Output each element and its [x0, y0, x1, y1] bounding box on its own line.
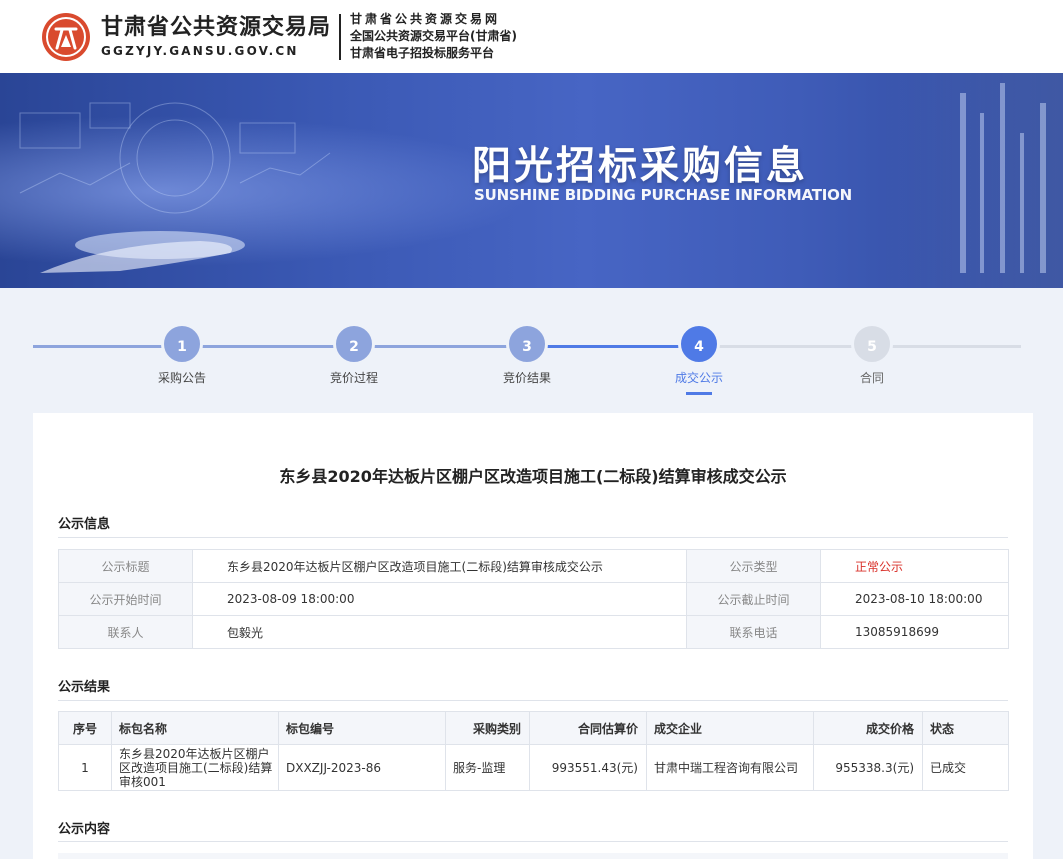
- logo-text[interactable]: 甘肃省公共资源交易局 GGZYJY.GANSU.GOV.CN: [101, 15, 331, 59]
- info-key: 公示截止时间: [686, 582, 821, 616]
- info-value: 13085918699: [820, 615, 1009, 649]
- info-table: 公示标题 东乡县2020年达板片区棚户区改造项目施工(二标段)结算审核成交公示 …: [58, 549, 1009, 649]
- row-index: 1: [58, 744, 112, 791]
- page-title: 东乡县2020年达板片区棚户区改造项目施工(二标段)结算审核成交公示: [279, 467, 787, 486]
- result-table: 序号 标包名称 标包编号 采购类别 合同估算价 成交企业 成交价格 状态 1 东…: [58, 711, 1009, 791]
- section-heading-content: 公示内容: [58, 822, 111, 837]
- step-label: 合同: [859, 371, 884, 385]
- column-header: 标包编号: [278, 711, 446, 745]
- step-5[interactable]: 5 合同: [812, 323, 932, 386]
- banner-subtitle: SUNSHINE BIDDING PURCHASE INFORMATION: [474, 186, 853, 204]
- step-label: 采购公告: [157, 371, 206, 385]
- table-row: 公示开始时间 2023-08-09 18:00:00 公示截止时间 2023-0…: [58, 582, 1009, 616]
- platform-names: 甘肃省公共资源交易网 全国公共资源交易平台(甘肃省) 甘肃省电子招投标服务平台: [350, 11, 517, 62]
- purchase-category: 服务-监理: [445, 744, 530, 791]
- column-header: 标包名称: [111, 711, 279, 745]
- step-number: 2: [333, 323, 375, 365]
- section-heading-info: 公示信息: [58, 517, 111, 532]
- step-number: 1: [161, 323, 203, 365]
- content-area: [58, 853, 1008, 859]
- info-key: 公示开始时间: [58, 582, 193, 616]
- deal-price: 955338.3(元): [813, 744, 923, 791]
- info-value: 2023-08-10 18:00:00: [820, 582, 1009, 616]
- logo-title: 甘肃省公共资源交易局: [101, 14, 332, 40]
- notice-type-value: 正常公示: [820, 549, 1009, 583]
- table-row: 1 东乡县2020年达板片区棚户区改造项目施工(二标段)结算审核001 DXXZ…: [58, 744, 1009, 791]
- step-number: 4: [678, 323, 720, 365]
- progress-steps: 1 采购公告 2 竞价过程 3 竞价结果 4 成交公示 5 合同: [0, 288, 1063, 413]
- platform-line-3: 甘肃省电子招投标服务平台: [350, 46, 495, 60]
- section-divider: [58, 841, 1008, 842]
- banner-title: 阳光招标采购信息: [472, 144, 809, 189]
- status-badge: 已成交: [922, 744, 1009, 791]
- package-code: DXXZJJ-2023-86: [278, 744, 446, 791]
- active-step-indicator: [686, 392, 712, 395]
- estimated-price: 993551.43(元): [529, 744, 647, 791]
- info-key: 联系人: [58, 615, 193, 649]
- table-header-row: 序号 标包名称 标包编号 采购类别 合同估算价 成交企业 成交价格 状态: [58, 711, 1009, 745]
- notice-card: 东乡县2020年达板片区棚户区改造项目施工(二标段)结算审核成交公示 公示信息 …: [33, 413, 1033, 859]
- info-key: 联系电话: [686, 615, 821, 649]
- logo-icon[interactable]: [42, 12, 90, 61]
- step-label: 竞价结果: [502, 371, 551, 385]
- section-divider: [58, 700, 1008, 701]
- column-header: 成交价格: [813, 711, 923, 745]
- step-number: 3: [506, 323, 548, 365]
- header-divider: [339, 13, 342, 60]
- info-value: 2023-08-09 18:00:00: [192, 582, 687, 616]
- section-heading-result: 公示结果: [58, 680, 111, 695]
- package-name: 东乡县2020年达板片区棚户区改造项目施工(二标段)结算审核001: [111, 744, 279, 791]
- site-header: 甘肃省公共资源交易局 GGZYJY.GANSU.GOV.CN 甘肃省公共资源交易…: [0, 0, 1063, 73]
- info-key: 公示标题: [58, 549, 193, 583]
- column-header: 合同估算价: [529, 711, 647, 745]
- logo-domain: GGZYJY.GANSU.GOV.CN: [101, 43, 299, 58]
- step-number: 5: [851, 323, 893, 365]
- step-label: 成交公示: [674, 371, 723, 385]
- platform-line-2: 全国公共资源交易平台(甘肃省): [350, 29, 517, 43]
- banner: 阳光招标采购信息 SUNSHINE BIDDING PURCHASE INFOR…: [0, 73, 1063, 288]
- info-value: 东乡县2020年达板片区棚户区改造项目施工(二标段)结算审核成交公示: [192, 549, 687, 583]
- column-header: 采购类别: [445, 711, 530, 745]
- table-row: 联系人 包毅光 联系电话 13085918699: [58, 615, 1009, 649]
- step-3[interactable]: 3 竞价结果: [467, 323, 587, 386]
- info-key: 公示类型: [686, 549, 821, 583]
- column-header: 成交企业: [646, 711, 814, 745]
- platform-line-1: 甘肃省公共资源交易网: [350, 12, 501, 26]
- step-2[interactable]: 2 竞价过程: [294, 323, 414, 386]
- step-4[interactable]: 4 成交公示: [639, 323, 759, 395]
- step-1[interactable]: 1 采购公告: [122, 323, 242, 386]
- column-header: 状态: [922, 711, 1009, 745]
- winning-company: 甘肃中瑞工程咨询有限公司: [646, 744, 814, 791]
- column-header: 序号: [58, 711, 112, 745]
- info-value: 包毅光: [192, 615, 687, 649]
- section-divider: [58, 537, 1008, 538]
- table-row: 公示标题 东乡县2020年达板片区棚户区改造项目施工(二标段)结算审核成交公示 …: [58, 549, 1009, 583]
- step-label: 竞价过程: [329, 371, 378, 385]
